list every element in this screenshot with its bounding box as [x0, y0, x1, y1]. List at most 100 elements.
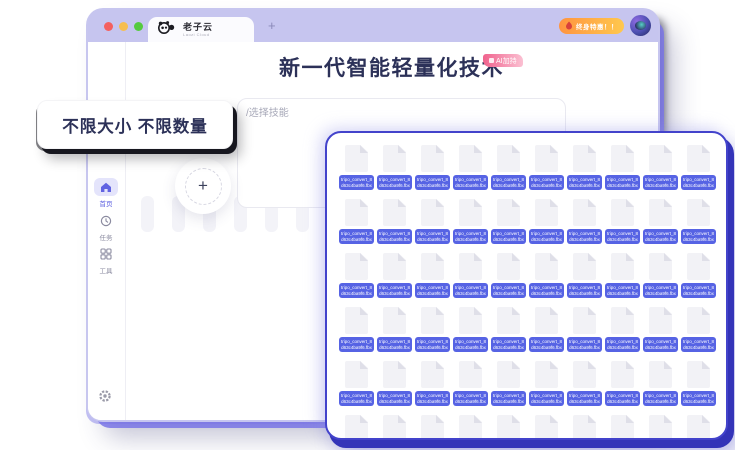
file-name-label: tripo_convert_8 d63c4ba9f6.fbx [339, 283, 374, 298]
file-tile[interactable]: tripo_convert_8 d63c4ba9f6.fbx [339, 415, 374, 440]
document-icon [649, 199, 672, 226]
document-icon [345, 415, 368, 440]
file-tile[interactable]: tripo_convert_8 d63c4ba9f6.fbx [415, 199, 450, 244]
file-tile[interactable]: tripo_convert_8 d63c4ba9f6.fbx [491, 199, 526, 244]
gear-icon[interactable] [98, 389, 112, 408]
file-name-label: tripo_convert_8 d63c4ba9f6.fbx [377, 337, 412, 352]
user-avatar[interactable] [630, 15, 651, 36]
document-icon [535, 307, 558, 334]
file-tile[interactable]: tripo_convert_8 d63c4ba9f6.fbx [567, 415, 602, 440]
file-tile[interactable]: tripo_convert_8 d63c4ba9f6.fbx [681, 307, 716, 352]
file-tile[interactable]: tripo_convert_8 d63c4ba9f6.fbx [415, 307, 450, 352]
file-name-label: tripo_convert_8 d63c4ba9f6.fbx [529, 337, 564, 352]
file-tile[interactable]: tripo_convert_8 d63c4ba9f6.fbx [491, 145, 526, 190]
file-name-label: tripo_convert_8 d63c4ba9f6.fbx [605, 175, 640, 190]
file-tile[interactable]: tripo_convert_8 d63c4ba9f6.fbx [377, 199, 412, 244]
file-tile[interactable]: tripo_convert_8 d63c4ba9f6.fbx [491, 307, 526, 352]
document-icon [649, 145, 672, 172]
file-tile[interactable]: tripo_convert_8 d63c4ba9f6.fbx [453, 145, 488, 190]
file-tile[interactable]: tripo_convert_8 d63c4ba9f6.fbx [605, 253, 640, 298]
skill-input[interactable] [244, 107, 548, 120]
file-tile[interactable]: tripo_convert_8 d63c4ba9f6.fbx [605, 361, 640, 406]
clipboard-icon [94, 212, 118, 230]
file-tile[interactable]: tripo_convert_8 d63c4ba9f6.fbx [491, 415, 526, 440]
file-tile[interactable]: tripo_convert_8 d63c4ba9f6.fbx [643, 253, 678, 298]
document-icon [459, 307, 482, 334]
file-tile[interactable]: tripo_convert_8 d63c4ba9f6.fbx [491, 361, 526, 406]
file-name-label: tripo_convert_8 d63c4ba9f6.fbx [453, 391, 488, 406]
file-tile[interactable]: tripo_convert_8 d63c4ba9f6.fbx [681, 361, 716, 406]
file-name-label: tripo_convert_8 d63c4ba9f6.fbx [415, 283, 450, 298]
file-tile[interactable]: tripo_convert_8 d63c4ba9f6.fbx [529, 415, 564, 440]
document-icon [611, 253, 634, 280]
add-file-button[interactable]: + [175, 158, 231, 214]
file-tile[interactable]: tripo_convert_8 d63c4ba9f6.fbx [529, 199, 564, 244]
file-tile[interactable]: tripo_convert_8 d63c4ba9f6.fbx [377, 361, 412, 406]
sidebar-item-home[interactable]: 首页 [91, 178, 121, 208]
file-tile[interactable]: tripo_convert_8 d63c4ba9f6.fbx [339, 145, 374, 190]
file-tile[interactable]: tripo_convert_8 d63c4ba9f6.fbx [339, 307, 374, 352]
file-tile[interactable]: tripo_convert_8 d63c4ba9f6.fbx [681, 199, 716, 244]
file-tile[interactable]: tripo_convert_8 d63c4ba9f6.fbx [681, 415, 716, 440]
document-icon [573, 361, 596, 388]
file-tile[interactable]: tripo_convert_8 d63c4ba9f6.fbx [377, 145, 412, 190]
file-tile[interactable]: tripo_convert_8 d63c4ba9f6.fbx [567, 253, 602, 298]
file-tile[interactable]: tripo_convert_8 d63c4ba9f6.fbx [415, 361, 450, 406]
sidebar-item-tools[interactable]: 工具 [91, 245, 121, 275]
file-tile[interactable]: tripo_convert_8 d63c4ba9f6.fbx [529, 145, 564, 190]
file-tile[interactable]: tripo_convert_8 d63c4ba9f6.fbx [377, 307, 412, 352]
file-tile[interactable]: tripo_convert_8 d63c4ba9f6.fbx [567, 361, 602, 406]
file-tile[interactable]: tripo_convert_8 d63c4ba9f6.fbx [529, 253, 564, 298]
file-name-label: tripo_convert_8 d63c4ba9f6.fbx [529, 175, 564, 190]
file-tile[interactable]: tripo_convert_8 d63c4ba9f6.fbx [377, 415, 412, 440]
file-tile[interactable]: tripo_convert_8 d63c4ba9f6.fbx [415, 145, 450, 190]
file-name-label: tripo_convert_8 d63c4ba9f6.fbx [567, 283, 602, 298]
file-name-label: tripo_convert_8 d63c4ba9f6.fbx [643, 391, 678, 406]
file-tile[interactable]: tripo_convert_8 d63c4ba9f6.fbx [339, 361, 374, 406]
file-name-label: tripo_convert_8 d63c4ba9f6.fbx [529, 229, 564, 244]
maximize-window-button[interactable] [134, 22, 143, 31]
browser-tab[interactable]: 老子云 Laozi Cloud [148, 17, 254, 42]
document-icon [611, 415, 634, 440]
promo-badge[interactable]: 终身特惠！！ [559, 18, 624, 34]
plus-icon: + [198, 177, 208, 194]
file-tile[interactable]: tripo_convert_8 d63c4ba9f6.fbx [567, 199, 602, 244]
file-tile[interactable]: tripo_convert_8 d63c4ba9f6.fbx [415, 415, 450, 440]
file-tile[interactable]: tripo_convert_8 d63c4ba9f6.fbx [643, 307, 678, 352]
new-tab-button[interactable]: + [268, 18, 276, 33]
file-tile[interactable]: tripo_convert_8 d63c4ba9f6.fbx [339, 199, 374, 244]
file-tile[interactable]: tripo_convert_8 d63c4ba9f6.fbx [529, 361, 564, 406]
file-tile[interactable]: tripo_convert_8 d63c4ba9f6.fbx [453, 415, 488, 440]
file-tile[interactable]: tripo_convert_8 d63c4ba9f6.fbx [605, 307, 640, 352]
file-tile[interactable]: tripo_convert_8 d63c4ba9f6.fbx [605, 199, 640, 244]
file-tile[interactable]: tripo_convert_8 d63c4ba9f6.fbx [567, 145, 602, 190]
file-tile[interactable]: tripo_convert_8 d63c4ba9f6.fbx [681, 253, 716, 298]
file-tile[interactable]: tripo_convert_8 d63c4ba9f6.fbx [529, 307, 564, 352]
file-tile[interactable]: tripo_convert_8 d63c4ba9f6.fbx [605, 415, 640, 440]
file-tile[interactable]: tripo_convert_8 d63c4ba9f6.fbx [681, 145, 716, 190]
file-tile[interactable]: tripo_convert_8 d63c4ba9f6.fbx [453, 361, 488, 406]
document-icon [687, 145, 710, 172]
document-icon [611, 145, 634, 172]
file-tile[interactable]: tripo_convert_8 d63c4ba9f6.fbx [567, 307, 602, 352]
sidebar-item-tasks[interactable]: 任务 [91, 212, 121, 242]
document-icon [421, 199, 444, 226]
file-tile[interactable]: tripo_convert_8 d63c4ba9f6.fbx [415, 253, 450, 298]
file-tile[interactable]: tripo_convert_8 d63c4ba9f6.fbx [491, 253, 526, 298]
file-tile[interactable]: tripo_convert_8 d63c4ba9f6.fbx [605, 145, 640, 190]
file-tile[interactable]: tripo_convert_8 d63c4ba9f6.fbx [339, 253, 374, 298]
file-tile[interactable]: tripo_convert_8 d63c4ba9f6.fbx [377, 253, 412, 298]
document-icon [459, 145, 482, 172]
file-tile[interactable]: tripo_convert_8 d63c4ba9f6.fbx [643, 361, 678, 406]
file-tile[interactable]: tripo_convert_8 d63c4ba9f6.fbx [453, 199, 488, 244]
minimize-window-button[interactable] [119, 22, 128, 31]
sidebar-item-label: 工具 [100, 265, 113, 275]
document-icon [687, 199, 710, 226]
file-name-label: tripo_convert_8 d63c4ba9f6.fbx [681, 337, 716, 352]
file-tile[interactable]: tripo_convert_8 d63c4ba9f6.fbx [643, 145, 678, 190]
file-tile[interactable]: tripo_convert_8 d63c4ba9f6.fbx [643, 199, 678, 244]
close-window-button[interactable] [104, 22, 113, 31]
file-tile[interactable]: tripo_convert_8 d63c4ba9f6.fbx [453, 253, 488, 298]
file-tile[interactable]: tripo_convert_8 d63c4ba9f6.fbx [643, 415, 678, 440]
file-tile[interactable]: tripo_convert_8 d63c4ba9f6.fbx [453, 307, 488, 352]
